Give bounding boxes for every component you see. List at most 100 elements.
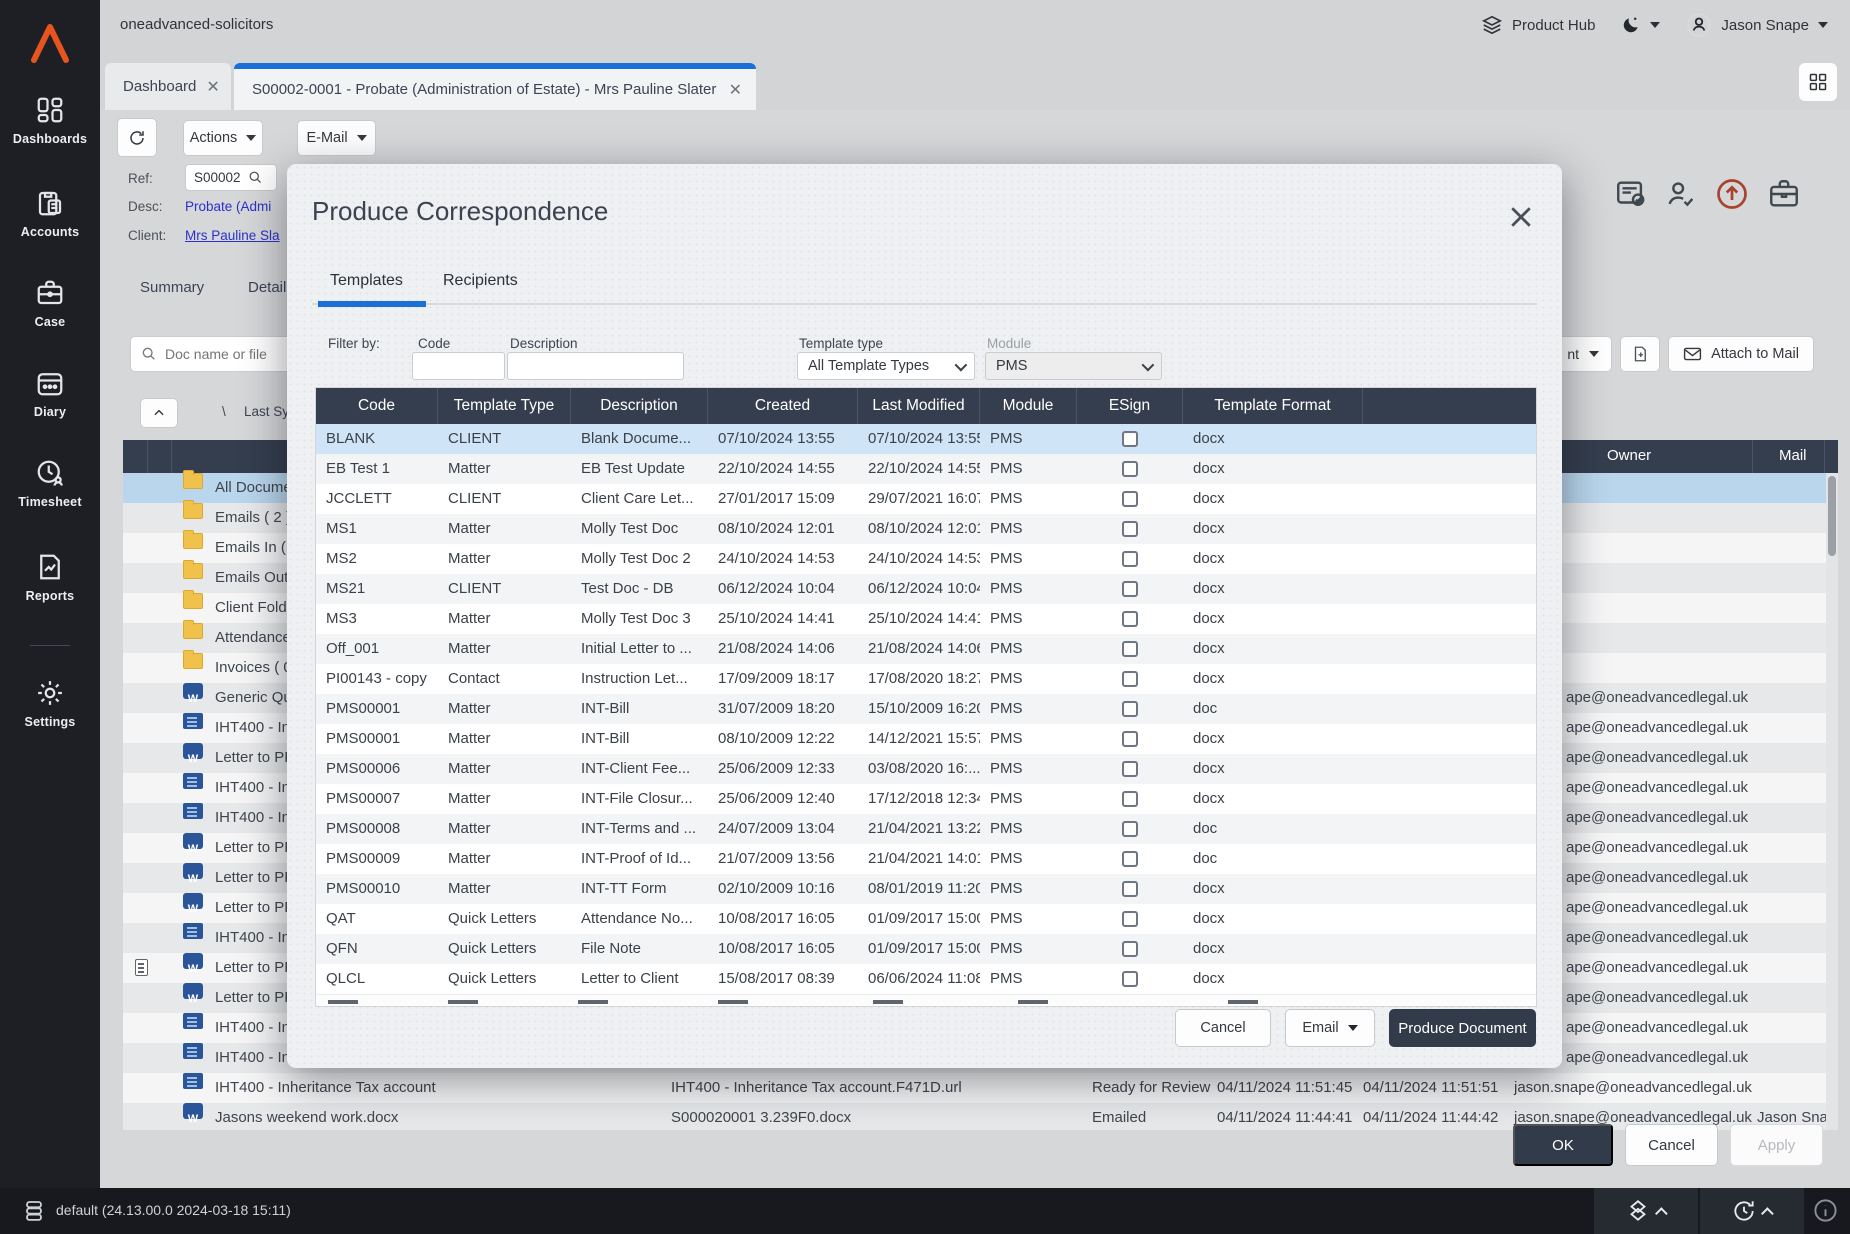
template-row[interactable]: PMS00006 Matter INT-Client Fee... 25/06/…: [316, 754, 1536, 784]
modal-tab-templates[interactable]: Templates: [330, 272, 403, 290]
header-code[interactable]: Code: [316, 388, 438, 424]
collapse-button[interactable]: [140, 398, 178, 428]
esign-checkbox[interactable]: [1122, 791, 1138, 807]
header-template-type[interactable]: Template Type: [438, 388, 571, 424]
page-cancel-button[interactable]: Cancel: [1625, 1124, 1718, 1166]
esign-checkbox[interactable]: [1122, 701, 1138, 717]
template-row[interactable]: MS21 CLIENT Test Doc - DB 06/12/2024 10:…: [316, 574, 1536, 604]
header-last-modified[interactable]: Last Modified: [858, 388, 980, 424]
actions-button[interactable]: Actions: [183, 120, 263, 156]
template-row[interactable]: PMS00001 Matter INT-Bill 31/07/2009 18:2…: [316, 694, 1536, 724]
template-row[interactable]: MS3 Matter Molly Test Doc 3 25/10/2024 1…: [316, 604, 1536, 634]
esign-checkbox[interactable]: [1122, 941, 1138, 957]
header-module[interactable]: Module: [980, 388, 1077, 424]
ref-input[interactable]: [185, 164, 277, 191]
sync-layers-button[interactable]: [1594, 1188, 1698, 1234]
history-sync-button[interactable]: [1700, 1188, 1804, 1234]
template-row[interactable]: PMS00001 Matter INT-Bill 08/10/2009 12:2…: [316, 724, 1536, 754]
template-row[interactable]: QLCL Quick Letters Letter to Client 15/0…: [316, 964, 1536, 994]
template-row[interactable]: QAT Quick Letters Attendance No... 10/08…: [316, 904, 1536, 934]
header-esign[interactable]: ESign: [1077, 388, 1183, 424]
template-row[interactable]: PMS00007 Matter INT-File Closur... 25/06…: [316, 784, 1536, 814]
esign-checkbox[interactable]: [1122, 671, 1138, 687]
module-select[interactable]: PMS: [985, 352, 1162, 380]
sidebar-item-settings[interactable]: Settings: [0, 678, 100, 729]
briefcase-icon[interactable]: [1766, 177, 1802, 211]
esign-checkbox[interactable]: [1122, 491, 1138, 507]
code-filter-input[interactable]: [413, 353, 504, 379]
esign-checkbox[interactable]: [1122, 431, 1138, 447]
esign-checkbox[interactable]: [1122, 881, 1138, 897]
email-dropdown-button[interactable]: E-Mail: [297, 120, 376, 156]
product-hub-button[interactable]: Product Hub: [1481, 14, 1595, 36]
doc-search-box[interactable]: [130, 336, 298, 372]
template-row[interactable]: PMS00010 Matter INT-TT Form 02/10/2009 1…: [316, 874, 1536, 904]
header-template-format[interactable]: Template Format: [1183, 388, 1363, 424]
close-icon[interactable]: ✕: [196, 77, 219, 97]
tab-case[interactable]: S00002-0001 - Probate (Administration of…: [234, 63, 756, 110]
scrollbar-thumb[interactable]: [1828, 476, 1836, 556]
description-filter-input[interactable]: [508, 353, 683, 379]
modal-cancel-button[interactable]: Cancel: [1175, 1009, 1271, 1047]
sidebar-item-dashboards[interactable]: Dashboards: [0, 95, 100, 146]
esign-checkbox[interactable]: [1122, 971, 1138, 987]
esign-checkbox[interactable]: [1122, 581, 1138, 597]
sidebar-item-case[interactable]: Case: [0, 278, 100, 329]
modal-email-button[interactable]: Email: [1285, 1009, 1375, 1047]
esign-checkbox[interactable]: [1122, 821, 1138, 837]
header-description[interactable]: Description: [571, 388, 708, 424]
esign-checkbox[interactable]: [1122, 641, 1138, 657]
esign-checkbox[interactable]: [1122, 521, 1138, 537]
template-row[interactable]: PMS00009 Matter INT-Proof of Id... 21/07…: [316, 844, 1536, 874]
esign-checkbox[interactable]: [1122, 851, 1138, 867]
esign-checkbox[interactable]: [1122, 461, 1138, 477]
layout-grid-button[interactable]: [1799, 63, 1837, 101]
esign-checkbox[interactable]: [1122, 761, 1138, 777]
template-row[interactable]: QFN Quick Letters File Note 10/08/2017 1…: [316, 934, 1536, 964]
produce-document-button[interactable]: Produce Document: [1389, 1009, 1536, 1047]
template-row[interactable]: PMS00008 Matter INT-Terms and ... 24/07/…: [316, 814, 1536, 844]
template-row[interactable]: PI00143 - copy Contact Instruction Let..…: [316, 664, 1536, 694]
tab-summary[interactable]: Summary: [140, 279, 204, 296]
template-type-select[interactable]: All Template Types: [797, 352, 975, 380]
document-action-button[interactable]: [1620, 336, 1660, 372]
certificate-icon[interactable]: [1614, 176, 1648, 212]
template-row[interactable]: MS1 Matter Molly Test Doc 08/10/2024 12:…: [316, 514, 1536, 544]
close-icon[interactable]: ✕: [719, 80, 742, 100]
upload-icon[interactable]: [1714, 176, 1750, 212]
header-created[interactable]: Created: [708, 388, 858, 424]
modal-tab-recipients[interactable]: Recipients: [443, 272, 518, 290]
document-row[interactable]: IHT400 - Inheritance Tax account IHT400 …: [123, 1073, 1838, 1103]
search-icon[interactable]: [248, 170, 263, 185]
esign-checkbox[interactable]: [1122, 731, 1138, 747]
esign-checkbox[interactable]: [1122, 611, 1138, 627]
ref-value-field[interactable]: [186, 170, 248, 185]
apply-button[interactable]: Apply: [1730, 1124, 1823, 1166]
attach-to-mail-button[interactable]: Attach to Mail: [1668, 336, 1814, 372]
column-options-icon[interactable]: ⋮: [1835, 447, 1838, 465]
info-icon[interactable]: [1812, 1197, 1839, 1224]
sidebar-item-accounts[interactable]: Accounts: [0, 188, 100, 239]
esign-checkbox[interactable]: [1122, 911, 1138, 927]
template-row[interactable]: MS2 Matter Molly Test Doc 2 24/10/2024 1…: [316, 544, 1536, 574]
close-icon[interactable]: [1506, 202, 1536, 232]
vertical-scrollbar[interactable]: [1826, 473, 1838, 1130]
template-row[interactable]: JCCLETT CLIENT Client Care Let... 27/01/…: [316, 484, 1536, 514]
owner-column-header[interactable]: Owner: [1607, 447, 1651, 464]
tab-dashboard[interactable]: Dashboard ✕: [105, 63, 231, 110]
user-menu[interactable]: Jason Snape: [1686, 12, 1828, 38]
sidebar-item-timesheet[interactable]: Timesheet: [0, 458, 100, 509]
refresh-button[interactable]: [117, 118, 157, 157]
sidebar-item-diary[interactable]: Diary: [0, 368, 100, 419]
template-row[interactable]: EB Test 1 Matter EB Test Update 22/10/20…: [316, 454, 1536, 484]
desc-link[interactable]: Probate (Admi: [185, 199, 271, 214]
theme-toggle[interactable]: [1621, 15, 1660, 35]
sidebar-item-reports[interactable]: Reports: [0, 552, 100, 603]
person-check-icon[interactable]: [1664, 177, 1698, 211]
ok-button[interactable]: OK: [1513, 1124, 1613, 1166]
template-row[interactable]: BLANK CLIENT Blank Docume... 07/10/2024 …: [316, 424, 1536, 454]
esign-checkbox[interactable]: [1122, 551, 1138, 567]
template-row[interactable]: Off_001 Matter Initial Letter to ... 21/…: [316, 634, 1536, 664]
client-link[interactable]: Mrs Pauline Sla: [185, 228, 280, 243]
mail-column-header[interactable]: Mail: [1779, 447, 1807, 464]
